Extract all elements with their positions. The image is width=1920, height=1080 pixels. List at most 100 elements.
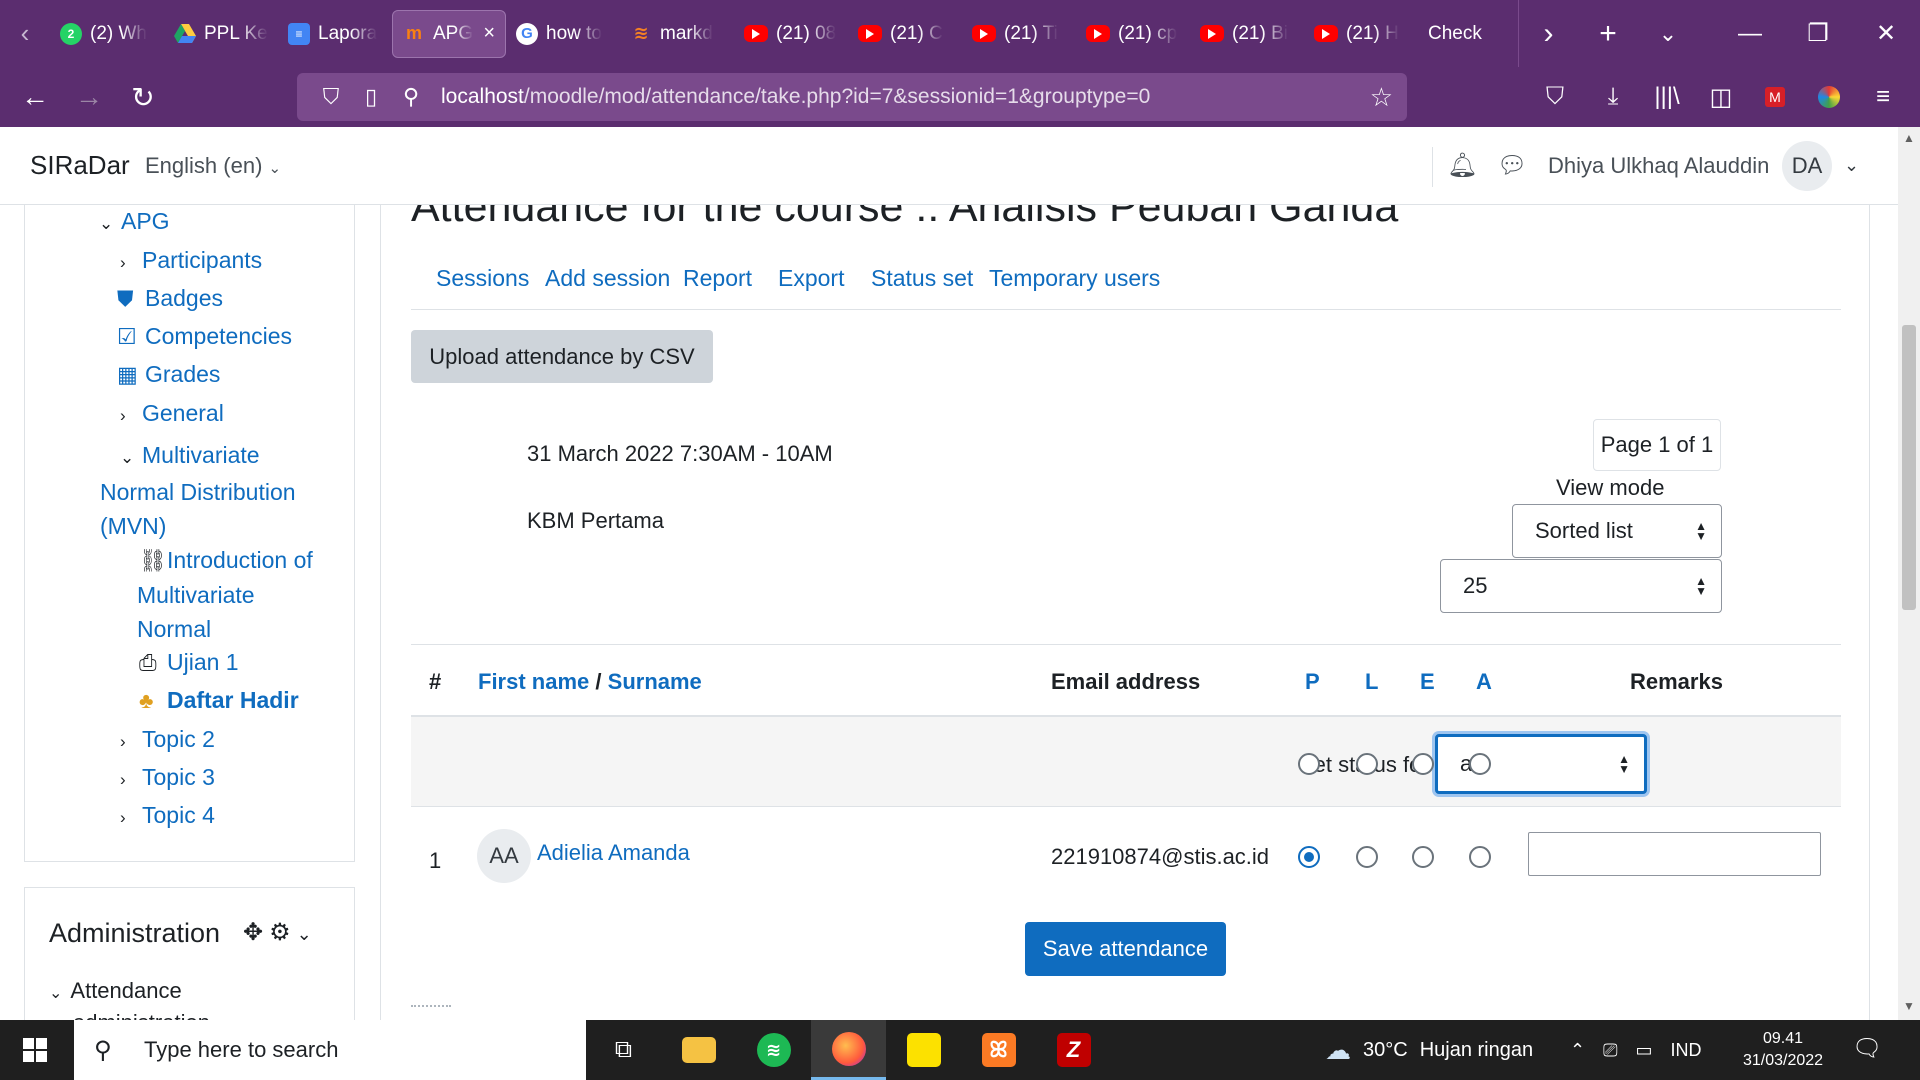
sort-surname-link[interactable]: Surname — [608, 669, 702, 694]
column-header-status-late[interactable]: L — [1365, 669, 1378, 695]
browser-tab-stackoverflow[interactable]: ≋ markd — [620, 10, 734, 58]
colorful-extension-icon[interactable] — [1802, 67, 1856, 127]
chevron-right-icon[interactable]: › — [120, 732, 142, 752]
browser-tab-whatsapp[interactable]: 2 (2) Wh — [50, 10, 164, 58]
set-status-select[interactable]: all ▲▼ — [1435, 734, 1647, 794]
spotify-icon[interactable]: ≋ — [736, 1020, 811, 1080]
scroll-tabs-left-button[interactable]: ‹ — [0, 0, 50, 67]
browser-tab-google[interactable]: G how to — [506, 10, 620, 58]
tracking-protection-shield-icon[interactable]: ⛉ — [311, 84, 351, 110]
page-info-icon[interactable]: ▯ — [351, 84, 391, 110]
nav-item-competencies[interactable]: ☑ Competencies — [117, 323, 292, 350]
scroll-down-icon[interactable]: ▼ — [1898, 999, 1920, 1013]
library-icon[interactable]: |||\ — [1640, 67, 1694, 127]
browser-tab-youtube-4[interactable]: (21) cp — [1076, 10, 1190, 58]
admin-item-attendance[interactable]: ⌄ Attendance — [49, 978, 182, 1004]
tab-add-session[interactable]: Add session — [545, 265, 670, 292]
student-absent-radio[interactable] — [1469, 846, 1491, 868]
start-button[interactable] — [0, 1020, 70, 1080]
tab-status-set[interactable]: Status set — [871, 265, 973, 292]
browser-tab-drive[interactable]: PPL Ke — [164, 10, 278, 58]
column-header-status-absent[interactable]: A — [1476, 669, 1492, 695]
chevron-right-icon[interactable]: › — [120, 808, 142, 828]
nav-item-participants[interactable]: › Participants — [120, 247, 262, 274]
student-avatar[interactable]: AA — [477, 829, 531, 883]
page-scrollbar[interactable]: ▲ ▼ — [1898, 127, 1920, 1020]
student-name-link[interactable]: Adielia Amanda — [537, 840, 690, 866]
chevron-down-icon[interactable]: ⌄ — [99, 214, 121, 234]
browser-tab-check[interactable]: Check — [1418, 10, 1518, 58]
mendeley-extension-icon[interactable]: M — [1748, 67, 1802, 127]
browser-tab-docs[interactable]: ≡ Lapora — [278, 10, 392, 58]
sort-first-name-link[interactable]: First name — [478, 669, 589, 694]
tab-temporary-users[interactable]: Temporary users — [989, 265, 1160, 292]
student-excused-radio[interactable] — [1412, 846, 1434, 868]
browser-tab-youtube-1[interactable]: (21) 08 — [734, 10, 848, 58]
close-tab-icon[interactable]: × — [483, 22, 495, 45]
restore-window-button[interactable]: ❐ — [1784, 0, 1852, 67]
user-name[interactable]: Dhiya Ulkhaq Alauddin — [1548, 153, 1769, 179]
permissions-icon[interactable]: ⚲ — [391, 84, 431, 110]
filezilla-icon[interactable]: Z — [1036, 1020, 1111, 1080]
show-hidden-icons-chevron-icon[interactable]: ⌃ — [1570, 1040, 1585, 1061]
browser-tab-youtube-3[interactable]: (21) Ti — [962, 10, 1076, 58]
url-bar[interactable]: ⛉ ▯ ⚲ localhost/moodle/mod/attendance/ta… — [297, 73, 1407, 121]
browser-tab-youtube-6[interactable]: (21) H — [1304, 10, 1418, 58]
per-page-select[interactable]: 25 ▲ ▼ — [1440, 559, 1722, 613]
sidebar-icon[interactable]: ◫ — [1694, 67, 1748, 127]
site-name[interactable]: SIRaDar — [30, 150, 130, 181]
scroll-up-icon[interactable]: ▲ — [1898, 131, 1920, 145]
taskbar-clock[interactable]: 09.41 31/03/2022 — [1732, 1028, 1834, 1072]
nav-item-introduction-mvn[interactable]: ⛓Introduction of Multivariate Normal — [137, 543, 313, 646]
weather-widget[interactable]: ☁ 30°C Hujan ringan — [1325, 1020, 1533, 1080]
nav-item-topic-4[interactable]: › Topic 4 — [120, 802, 215, 829]
gear-icon[interactable]: ⚙ — [269, 919, 297, 946]
notification-center-icon[interactable]: 🗨︎ — [1852, 1034, 1882, 1063]
notifications-bell-icon[interactable]: 🔔︎ — [1447, 151, 1477, 180]
view-mode-select[interactable]: Sorted list ▲ ▼ — [1512, 504, 1722, 558]
pocket-icon[interactable]: ⛉ — [1528, 67, 1582, 127]
task-view-icon[interactable]: ⧉ — [586, 1020, 661, 1080]
sticky-notes-icon[interactable] — [886, 1020, 961, 1080]
language-menu[interactable]: English (en) ⌄ — [145, 153, 281, 179]
meet-now-icon[interactable]: ⎚ — [1603, 1040, 1617, 1061]
close-window-button[interactable]: ✕ — [1852, 0, 1920, 67]
downloads-icon[interactable]: ⤓ — [1586, 67, 1640, 127]
chevron-right-icon[interactable]: › — [120, 770, 142, 790]
set-all-absent-radio[interactable] — [1469, 753, 1491, 775]
scrollbar-thumb[interactable] — [1902, 325, 1916, 610]
xampp-icon[interactable]: ꕤ — [961, 1020, 1036, 1080]
column-header-status-excused[interactable]: E — [1420, 669, 1435, 695]
battery-icon[interactable]: ▭ — [1636, 1040, 1653, 1061]
taskbar-search-box[interactable]: ⚲ Type here to search — [74, 1020, 586, 1080]
nav-item-daftar-hadir[interactable]: ♣ Daftar Hadir — [139, 687, 299, 714]
save-attendance-button[interactable]: Save attendance — [1025, 922, 1226, 976]
url-text[interactable]: localhost/moodle/mod/attendance/take.php… — [441, 85, 1150, 109]
set-all-present-radio[interactable] — [1298, 753, 1320, 775]
forward-button[interactable]: → — [62, 67, 116, 127]
chevron-right-icon[interactable]: › — [120, 406, 142, 426]
nav-item-ujian-1[interactable]: ⎙ Ujian 1 — [139, 649, 239, 676]
nav-item-badges[interactable]: ⛊ Badges — [117, 285, 223, 312]
tab-report[interactable]: Report — [683, 265, 752, 292]
chevron-down-icon[interactable]: ⌄ — [120, 441, 142, 475]
nav-item-topic-2[interactable]: › Topic 2 — [120, 726, 215, 753]
list-all-tabs-button[interactable]: ⌄ — [1638, 0, 1698, 67]
browser-tab-youtube-2[interactable]: (21) C — [848, 10, 962, 58]
scroll-tabs-right-button[interactable]: › — [1518, 0, 1578, 67]
nav-item-topic-3[interactable]: › Topic 3 — [120, 764, 215, 791]
reload-button[interactable]: ↻ — [116, 67, 170, 127]
tab-sessions[interactable]: Sessions — [436, 265, 529, 292]
student-late-radio[interactable] — [1356, 846, 1378, 868]
tab-export[interactable]: Export — [778, 265, 844, 292]
file-explorer-icon[interactable] — [661, 1020, 736, 1080]
column-header-status-present[interactable]: P — [1305, 669, 1320, 695]
firefox-icon[interactable] — [811, 1020, 886, 1080]
nav-item-apg[interactable]: ⌄ APG — [99, 208, 170, 235]
minimize-window-button[interactable]: — — [1716, 0, 1784, 67]
back-button[interactable]: ← — [8, 67, 62, 127]
menu-hamburger-icon[interactable]: ≡ — [1856, 67, 1910, 127]
input-language[interactable]: IND — [1671, 1040, 1702, 1061]
nav-item-mvn-section[interactable]: ⌄ Multivariate Normal Distribution (MVN) — [100, 438, 296, 543]
chevron-down-icon[interactable]: ⌄ — [297, 924, 318, 944]
